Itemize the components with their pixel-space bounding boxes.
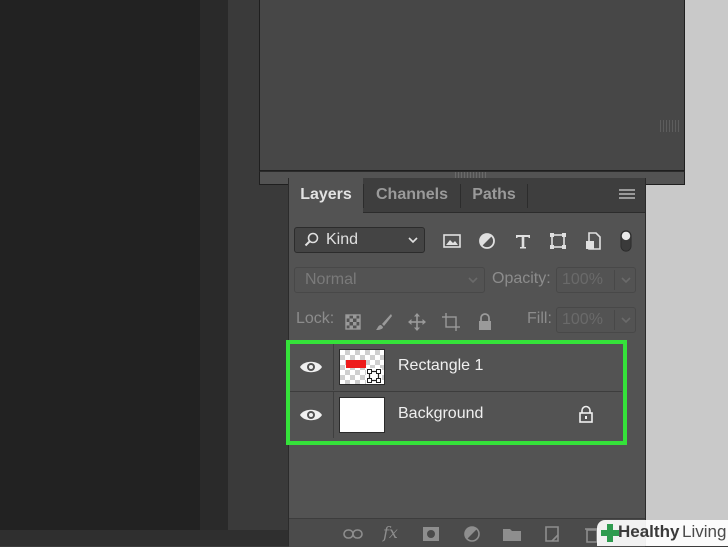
new-group-icon[interactable]	[501, 524, 523, 544]
image-filter-icon[interactable]	[441, 230, 463, 252]
tab-divider	[527, 184, 528, 208]
watermark-text-living: Living	[682, 522, 727, 541]
type-filter-icon[interactable]	[512, 230, 534, 252]
opacity-label: Opacity:	[492, 270, 551, 287]
lock-all-icon[interactable]	[475, 312, 495, 332]
watermark-text-healthy: Healthy	[618, 522, 680, 541]
blend-mode-select[interactable]: Normal	[294, 267, 485, 293]
layers-highlight-box	[286, 340, 627, 445]
fx-icon[interactable]: fx	[383, 523, 405, 543]
filter-kind-label: Kind	[326, 231, 359, 248]
fill-value: 100%	[562, 311, 603, 328]
opacity-value: 100%	[562, 271, 603, 288]
shape-filter-icon[interactable]	[547, 230, 569, 252]
adjustment-filter-icon[interactable]	[476, 230, 498, 252]
health-cross-icon	[601, 524, 619, 542]
lock-artboard-icon[interactable]	[441, 312, 461, 332]
fill-label: Fill:	[527, 310, 552, 327]
watermark: Healthy Living	[597, 520, 728, 546]
lock-transparent-pixels-icon[interactable]	[343, 312, 363, 332]
layers-bottom-bar: fx	[289, 518, 645, 547]
panel-menu-icon[interactable]	[619, 189, 635, 199]
tab-paths[interactable]: Paths	[461, 178, 527, 212]
lock-label: Lock:	[296, 310, 335, 327]
fill-field[interactable]: 100%	[556, 307, 636, 333]
canvas-scroll-strip	[200, 0, 228, 546]
upper-panel	[259, 0, 685, 171]
chevron-down-icon	[621, 317, 631, 324]
blend-mode-value: Normal	[305, 271, 357, 288]
filter-toggle-icon[interactable]	[619, 230, 633, 252]
smart-object-filter-icon[interactable]	[583, 230, 605, 252]
search-icon	[304, 232, 319, 247]
tab-layers[interactable]: Layers	[289, 178, 363, 213]
opacity-field[interactable]: 100%	[556, 267, 636, 293]
tab-channels[interactable]: Channels	[364, 178, 460, 212]
chevron-down-icon	[468, 277, 478, 284]
link-layers-icon[interactable]	[342, 524, 364, 544]
lock-position-icon[interactable]	[407, 312, 427, 332]
add-mask-icon[interactable]	[420, 524, 442, 544]
chevron-down-icon	[621, 277, 631, 284]
new-layer-icon[interactable]	[541, 524, 563, 544]
status-strip	[0, 530, 290, 546]
panel-tab-bar: Layers Channels Paths	[289, 178, 645, 213]
panel-corner-grip[interactable]	[660, 120, 680, 132]
new-adjustment-icon[interactable]	[461, 524, 483, 544]
chevron-down-icon	[408, 237, 418, 244]
field-divider	[614, 270, 615, 290]
canvas-area-left	[0, 0, 200, 546]
field-divider	[614, 310, 615, 330]
lock-image-pixels-icon[interactable]	[374, 312, 394, 332]
filter-kind-select[interactable]: Kind	[294, 227, 425, 253]
